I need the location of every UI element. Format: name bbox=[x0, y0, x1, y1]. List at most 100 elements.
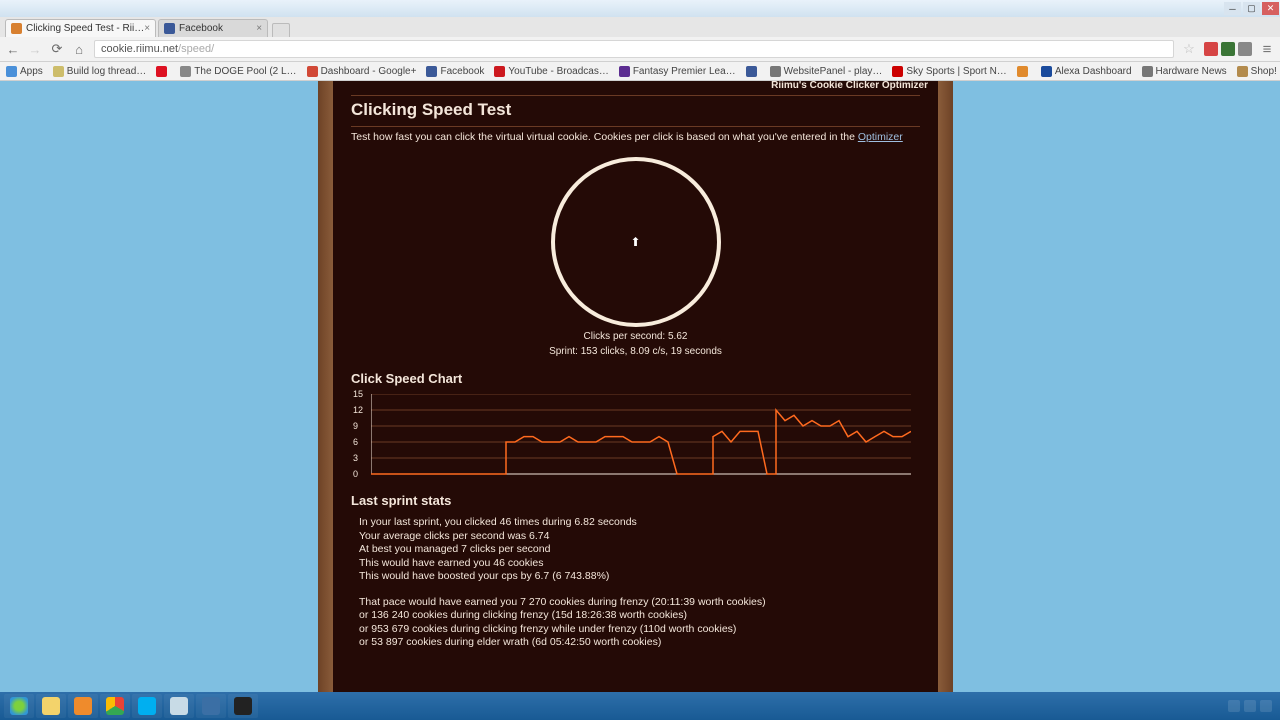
favicon bbox=[164, 23, 175, 34]
bookmark-5[interactable]: Facebook bbox=[426, 66, 484, 77]
stat-line: In your last sprint, you clicked 46 time… bbox=[359, 516, 920, 530]
bookmark-9[interactable]: WebsitePanel - play… bbox=[770, 66, 883, 77]
cookie-area: ⬆ Clicks per second: 5.62 Sprint: 153 cl… bbox=[351, 151, 920, 357]
extension-icon-1[interactable] bbox=[1221, 42, 1235, 56]
window-close[interactable]: ✕ bbox=[1262, 2, 1279, 15]
chrome-menu-icon[interactable]: ≡ bbox=[1260, 41, 1274, 58]
bookmark-favicon bbox=[53, 66, 64, 77]
virtual-cookie[interactable]: ⬆ bbox=[551, 157, 721, 327]
bookmark-12[interactable]: Alexa Dashboard bbox=[1041, 66, 1132, 77]
window-maximize[interactable]: ▢ bbox=[1243, 2, 1260, 15]
taskbar-chrome[interactable] bbox=[100, 694, 130, 718]
y-tick-label: 9 bbox=[353, 421, 358, 431]
last-sprint-stats: In your last sprint, you clicked 46 time… bbox=[359, 516, 920, 584]
reload-icon[interactable]: ⟳ bbox=[50, 41, 64, 57]
y-tick-label: 3 bbox=[353, 453, 358, 463]
omnibox-path: /speed/ bbox=[178, 43, 214, 55]
column-border-right bbox=[938, 81, 953, 692]
bookmark-13[interactable]: Hardware News bbox=[1142, 66, 1227, 77]
forward-icon[interactable]: → bbox=[28, 42, 42, 57]
tray-icon[interactable] bbox=[1260, 700, 1272, 712]
bookmark-2[interactable] bbox=[156, 66, 170, 77]
taskbar-app6[interactable] bbox=[196, 694, 226, 718]
bookmark-label: Shop! bbox=[1251, 66, 1277, 77]
bookmark-label: Facebook bbox=[440, 66, 484, 77]
bookmark-favicon bbox=[494, 66, 505, 77]
app6-icon bbox=[202, 697, 220, 715]
home-icon[interactable]: ⌂ bbox=[72, 42, 86, 57]
window-titlebar: ─ ▢ ✕ bbox=[0, 0, 1280, 17]
taskbar-media[interactable] bbox=[68, 694, 98, 718]
bookmark-favicon bbox=[180, 66, 191, 77]
page-body: OptimizerSave ViewerClicking Speed TestH… bbox=[333, 81, 938, 692]
stat-line: Your average clicks per second was 6.74 bbox=[359, 530, 920, 544]
taskbar-explorer[interactable] bbox=[36, 694, 66, 718]
taskbar-app5[interactable] bbox=[164, 694, 194, 718]
optimizer-link[interactable]: Optimizer bbox=[858, 131, 903, 143]
tray-icon[interactable] bbox=[1228, 700, 1240, 712]
bookmark-favicon bbox=[426, 66, 437, 77]
address-bar: ← → ⟳ ⌂ cookie.riimu.net/speed/ ☆ ≡ bbox=[0, 37, 1280, 62]
explorer-icon bbox=[42, 697, 60, 715]
browser-tab-strip: Clicking Speed Test - Rii…× Facebook × bbox=[0, 17, 1280, 37]
bookmark-0[interactable]: Apps bbox=[6, 66, 43, 77]
bookmark-6[interactable]: YouTube - Broadcas… bbox=[494, 66, 608, 77]
intro-text: Test how fast you can click the virtual … bbox=[351, 131, 920, 143]
taskbar-start[interactable] bbox=[4, 694, 34, 718]
y-tick-label: 6 bbox=[353, 437, 358, 447]
cps-readout: Clicks per second: 5.62 bbox=[351, 331, 920, 342]
stat-line: This would have boosted your cps by 6.7 … bbox=[359, 570, 920, 584]
bookmark-favicon bbox=[746, 66, 757, 77]
taskbar-obs[interactable] bbox=[228, 694, 258, 718]
extension-icon-0[interactable] bbox=[1204, 42, 1218, 56]
tray-icon[interactable] bbox=[1244, 700, 1256, 712]
intro-segment: Test how fast you can click the virtual … bbox=[351, 131, 858, 143]
click-speed-chart: 03691215 bbox=[371, 394, 911, 479]
chrome-icon bbox=[106, 697, 124, 715]
skype-icon bbox=[138, 697, 156, 715]
extension-icon-2[interactable] bbox=[1238, 42, 1252, 56]
stat-line: This would have earned you 46 cookies bbox=[359, 557, 920, 571]
system-tray[interactable] bbox=[1228, 700, 1276, 712]
obs-icon bbox=[234, 697, 252, 715]
bookmark-14[interactable]: Shop! bbox=[1237, 66, 1277, 77]
bookmark-4[interactable]: Dashboard - Google+ bbox=[307, 66, 417, 77]
tab-close-icon[interactable]: × bbox=[144, 23, 150, 34]
y-tick-label: 0 bbox=[353, 469, 358, 479]
browser-tab-1[interactable]: Facebook × bbox=[158, 19, 268, 37]
divider bbox=[351, 126, 920, 127]
browser-tab-0[interactable]: Clicking Speed Test - Rii…× bbox=[5, 19, 156, 37]
extension-icons bbox=[1204, 42, 1252, 56]
page-column: OptimizerSave ViewerClicking Speed TestH… bbox=[318, 81, 953, 692]
y-tick-label: 12 bbox=[353, 405, 363, 415]
bookmark-favicon bbox=[1041, 66, 1052, 77]
bookmark-3[interactable]: The DOGE Pool (2 L… bbox=[180, 66, 296, 77]
bookmark-label: Apps bbox=[20, 66, 43, 77]
bookmark-label: WebsitePanel - play… bbox=[784, 66, 883, 77]
bookmark-11[interactable] bbox=[1017, 66, 1031, 77]
back-icon[interactable]: ← bbox=[6, 42, 20, 57]
bookmark-favicon bbox=[619, 66, 630, 77]
bookmark-label: Fantasy Premier Lea… bbox=[633, 66, 736, 77]
tab-label: Facebook bbox=[179, 23, 223, 34]
bookmark-label: Build log thread… bbox=[67, 66, 147, 77]
stat-line: or 136 240 cookies during clicking frenz… bbox=[359, 609, 920, 623]
bookmark-favicon bbox=[1017, 66, 1028, 77]
taskbar-skype[interactable] bbox=[132, 694, 162, 718]
last-sprint-heading: Last sprint stats bbox=[351, 493, 920, 508]
new-tab-button[interactable] bbox=[272, 23, 290, 37]
column-border-left bbox=[318, 81, 333, 692]
divider bbox=[351, 95, 920, 96]
taskbar bbox=[0, 692, 1280, 720]
bookmark-star-icon[interactable]: ☆ bbox=[1182, 41, 1196, 57]
bookmark-1[interactable]: Build log thread… bbox=[53, 66, 147, 77]
bookmark-7[interactable]: Fantasy Premier Lea… bbox=[619, 66, 736, 77]
bookmark-10[interactable]: Sky Sports | Sport N… bbox=[892, 66, 1006, 77]
bookmark-8[interactable] bbox=[746, 66, 760, 77]
tab-close-icon[interactable]: × bbox=[256, 23, 262, 34]
bookmark-label: Hardware News bbox=[1156, 66, 1227, 77]
bookmark-label: The DOGE Pool (2 L… bbox=[194, 66, 296, 77]
window-minimize[interactable]: ─ bbox=[1224, 2, 1241, 15]
stat-line: At best you managed 7 clicks per second bbox=[359, 543, 920, 557]
omnibox[interactable]: cookie.riimu.net/speed/ bbox=[94, 40, 1174, 58]
